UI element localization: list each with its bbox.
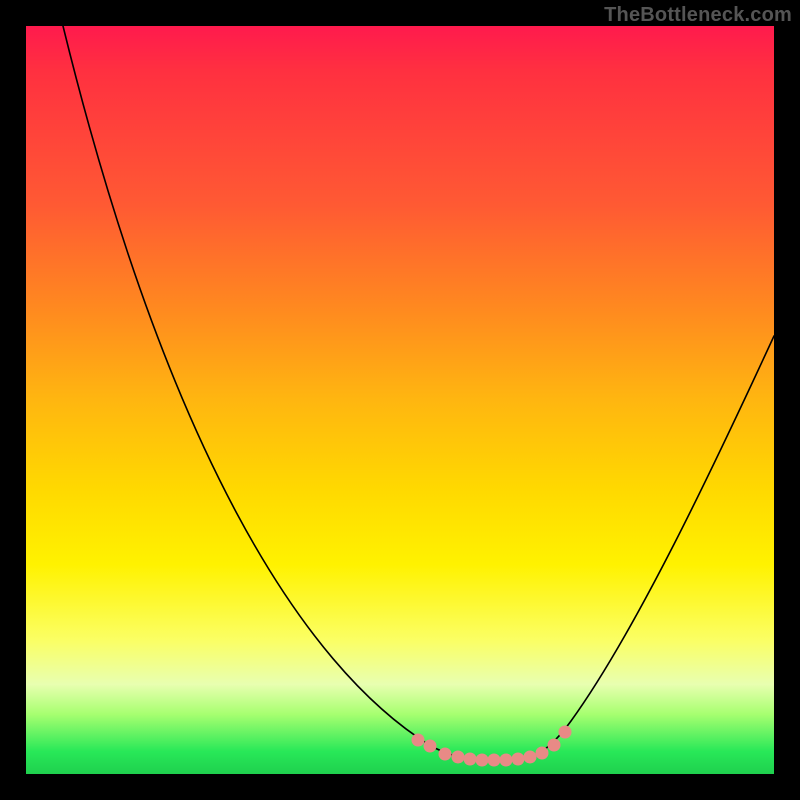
marker-dot <box>412 734 425 747</box>
chart-markers-layer <box>26 26 774 774</box>
marker-dot <box>536 747 549 760</box>
marker-dot <box>488 754 501 767</box>
marker-dot <box>452 751 465 764</box>
chart-frame <box>26 26 774 774</box>
watermark-text: TheBottleneck.com <box>604 4 792 27</box>
marker-dot <box>464 753 477 766</box>
marker-dot <box>512 753 525 766</box>
marker-dot <box>524 751 537 764</box>
marker-dot <box>548 739 561 752</box>
marker-dot <box>559 726 572 739</box>
marker-dot <box>500 754 513 767</box>
marker-dot <box>424 740 437 753</box>
marker-group <box>412 726 572 767</box>
marker-dot <box>439 748 452 761</box>
marker-dot <box>476 754 489 767</box>
